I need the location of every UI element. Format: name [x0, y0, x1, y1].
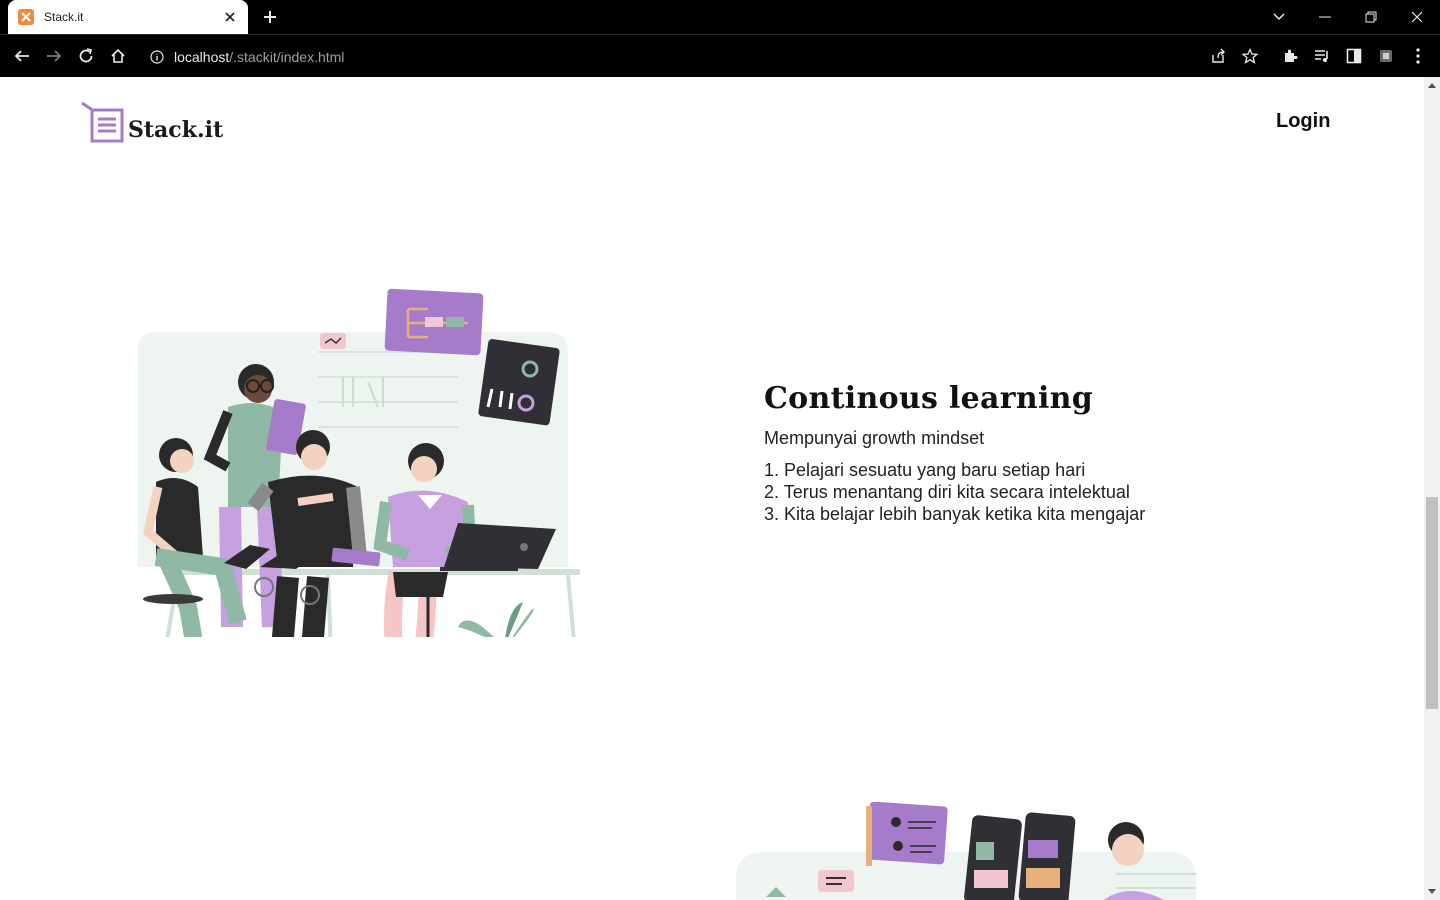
stack-logo-icon: [81, 101, 124, 143]
xampp-favicon-icon: [18, 9, 34, 25]
minimize-icon[interactable]: [1302, 0, 1348, 34]
media-icon[interactable]: [1311, 45, 1333, 67]
forward-icon[interactable]: [43, 45, 65, 67]
list-item: 2. Terus menantang diri kita secara inte…: [764, 482, 1130, 502]
tab-search-icon[interactable]: [1256, 0, 1302, 34]
site-logo[interactable]: Stack.it: [80, 101, 223, 143]
browser-tab[interactable]: Stack.it: [8, 0, 248, 34]
star-icon[interactable]: [1239, 45, 1261, 67]
menu-icon[interactable]: [1407, 45, 1429, 67]
url-path: /.stackit/index.html: [229, 48, 345, 65]
profile-icon[interactable]: [1375, 45, 1397, 67]
restore-icon[interactable]: [1348, 0, 1394, 34]
scroll-up-icon[interactable]: [1428, 82, 1436, 90]
address-bar[interactable]: localhost/.stackit/index.html: [140, 40, 1200, 73]
feature-section: Continous learning Mempunyai growth mind…: [764, 381, 1324, 525]
scrollbar-thumb[interactable]: [1426, 497, 1438, 709]
team-learning-illustration: [138, 288, 580, 637]
tab-title: Stack.it: [44, 10, 84, 24]
url-text: localhost/.stackit/index.html: [174, 49, 344, 65]
page-scrollbar[interactable]: [1424, 77, 1440, 900]
feature-list: 1. Pelajari sesuatu yang baru setiap har…: [764, 459, 1324, 525]
close-tab-icon[interactable]: [222, 9, 238, 25]
extensions-icon[interactable]: [1279, 45, 1301, 67]
tab-strip: Stack.it: [0, 0, 1440, 34]
back-icon[interactable]: [11, 45, 33, 67]
mobile-app-illustration: [736, 802, 1196, 900]
section-heading: Continous learning: [764, 381, 1094, 416]
reload-icon[interactable]: [75, 45, 97, 67]
list-item: 1. Pelajari sesuatu yang baru setiap har…: [764, 460, 1086, 480]
share-icon[interactable]: [1207, 45, 1229, 67]
browser-toolbar: localhost/.stackit/index.html: [0, 34, 1440, 77]
url-host: localhost: [174, 48, 230, 65]
home-icon[interactable]: [107, 45, 129, 67]
page-viewport: Stack.it Login Continous learning Mempun…: [0, 77, 1424, 900]
logo-text: Stack.it: [128, 117, 224, 143]
info-icon[interactable]: [140, 49, 174, 64]
close-window-icon[interactable]: [1394, 0, 1440, 34]
login-link[interactable]: Login: [1276, 110, 1330, 133]
new-tab-icon[interactable]: [258, 6, 282, 28]
sidepanel-icon[interactable]: [1343, 45, 1365, 67]
scroll-down-icon[interactable]: [1428, 887, 1436, 895]
list-item: 3. Kita belajar lebih banyak ketika kita…: [764, 504, 1146, 524]
section-subtitle: Mempunyai growth mindset: [764, 428, 985, 448]
